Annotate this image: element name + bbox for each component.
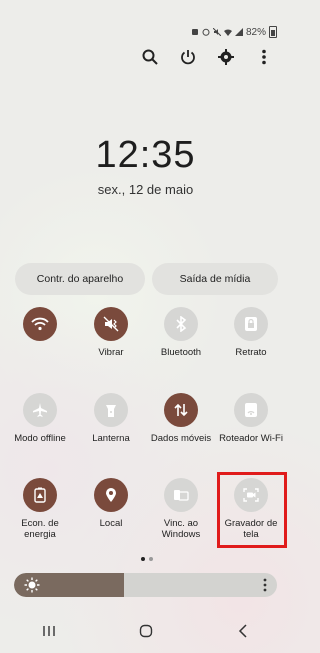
page-dot [149, 557, 153, 561]
recents-button[interactable] [34, 621, 64, 641]
tile-label: Retrato [235, 347, 267, 358]
tile-wifi[interactable] [5, 307, 75, 347]
tile-power-saving-circle [23, 478, 57, 512]
status-bar: 82% [191, 26, 277, 38]
back-icon [238, 624, 247, 638]
tile-bluetooth[interactable]: Bluetooth [146, 307, 216, 358]
back-button[interactable] [228, 621, 258, 641]
tile-vibrate-circle [94, 307, 128, 341]
top-actions [139, 46, 275, 68]
search-icon [142, 49, 158, 65]
mute-icon [212, 28, 221, 36]
tile-bluetooth-circle [164, 307, 198, 341]
page-dot-active [141, 557, 145, 561]
tile-label: Vibrar [98, 347, 124, 358]
tile-portrait[interactable]: Retrato [216, 307, 286, 358]
tile-link-windows[interactable]: Vinc. ao Windows [146, 478, 216, 540]
tile-airplane-circle [23, 393, 57, 427]
flashlight-icon [106, 405, 116, 417]
tile-flashlight-circle [94, 393, 128, 427]
gear-icon [218, 49, 234, 65]
location-icon [106, 488, 116, 502]
battery-percent: 82% [245, 26, 266, 38]
tile-label: Econ. de energia [21, 518, 59, 540]
navigation-bar [0, 621, 291, 641]
recents-icon [42, 626, 55, 636]
brightness-more-icon[interactable] [263, 578, 267, 592]
device-control-button[interactable]: Contr. do aparelho [15, 263, 145, 295]
tile-label: Bluetooth [160, 347, 202, 358]
mobile-data-icon [174, 403, 188, 417]
tile-power-saving[interactable]: Econ. de energia [5, 478, 75, 540]
clock-date: sex., 12 de maio [97, 182, 194, 197]
alarm-icon [202, 28, 210, 36]
page-indicator [141, 557, 153, 561]
home-button[interactable] [131, 621, 161, 641]
tile-location-circle [94, 478, 128, 512]
battery-icon [269, 26, 277, 38]
tile-flashlight[interactable]: Lanterna [76, 393, 146, 444]
clock-time: 12:35 [95, 134, 196, 176]
tile-label: Modo offline [14, 433, 66, 444]
tile-wifi-circle [23, 307, 57, 341]
highlight-box [217, 472, 287, 548]
wifi-icon [31, 317, 49, 331]
hotspot-icon [245, 403, 257, 417]
link-windows-icon [174, 490, 189, 501]
vibrate-icon [103, 316, 119, 332]
sun-icon [24, 577, 40, 593]
tile-mobile-data-circle [164, 393, 198, 427]
media-output-button[interactable]: Saída de mídia [152, 263, 278, 295]
more-options-button[interactable] [253, 46, 275, 68]
search-button[interactable] [139, 46, 161, 68]
tile-hotspot-circle [234, 393, 268, 427]
home-icon [139, 624, 152, 638]
power-icon [181, 50, 195, 65]
tile-label: Vinc. ao Windows [161, 518, 201, 540]
tile-vibrate[interactable]: Vibrar [76, 307, 146, 358]
airplane-icon [33, 403, 47, 417]
settings-button[interactable] [215, 46, 237, 68]
signal-icon [234, 28, 243, 36]
tile-mobile-data[interactable]: Dados móveis [146, 393, 216, 444]
bluetooth-icon [176, 316, 187, 332]
tile-label: Local [99, 518, 123, 529]
notification-icon [191, 29, 198, 35]
wifi-status-icon [223, 29, 232, 36]
more-vertical-icon [262, 49, 266, 65]
tile-label: Roteador Wi-Fi [219, 433, 283, 444]
tile-hotspot[interactable]: Roteador Wi-Fi [216, 393, 286, 444]
tile-airplane[interactable]: Modo offline [5, 393, 75, 444]
power-button[interactable] [177, 46, 199, 68]
tile-label: Lanterna [92, 433, 130, 444]
portrait-lock-icon [245, 317, 257, 331]
power-saving-icon [34, 487, 46, 503]
tile-portrait-circle [234, 307, 268, 341]
brightness-slider[interactable] [14, 573, 277, 597]
tile-location[interactable]: Local [76, 478, 146, 529]
tile-label: Dados móveis [150, 433, 212, 444]
tile-link-windows-circle [164, 478, 198, 512]
